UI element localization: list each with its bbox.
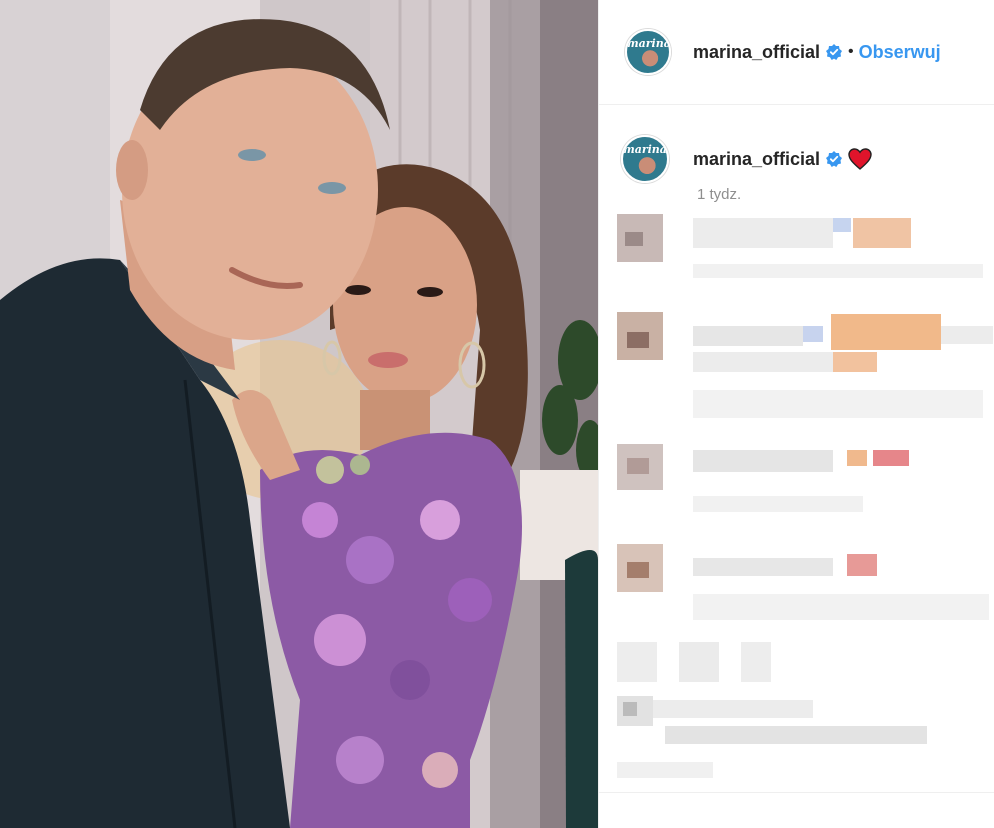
post-sidebar: marina marina_official • Obserwuj marina…: [598, 0, 994, 828]
comment-meta-blur: [693, 496, 863, 512]
likes-summary-blur: [617, 696, 937, 750]
comment-item: [617, 214, 987, 294]
post-timestamp[interactable]: 1 tydz.: [697, 186, 741, 203]
caption-avatar-logo-text: marina: [623, 143, 667, 156]
comment-meta-blur: [693, 594, 989, 620]
comment-text-blur: [693, 558, 833, 576]
comment-text-blur: [693, 326, 803, 346]
heart-emoji-icon: [848, 148, 872, 170]
follow-button[interactable]: Obserwuj: [859, 42, 941, 63]
comment-box-divider: [599, 792, 994, 793]
post-photo[interactable]: [0, 0, 598, 828]
photo-illustration: [0, 0, 598, 828]
like-icon[interactable]: [617, 642, 657, 682]
comment-meta-blur: [693, 264, 983, 278]
author-avatar[interactable]: marina: [625, 29, 671, 75]
comment-meta-blur: [693, 390, 983, 418]
caption-author-avatar[interactable]: marina: [621, 135, 669, 183]
post-header: marina marina_official • Obserwuj: [599, 0, 994, 105]
author-username[interactable]: marina_official: [693, 42, 820, 63]
comment-item: [617, 544, 993, 624]
comment-item: [617, 440, 987, 520]
post-actions-blur: [617, 636, 817, 686]
post-date-blur: [617, 762, 713, 778]
avatar-logo-text: marina: [627, 37, 671, 50]
comment-icon[interactable]: [679, 642, 719, 682]
comment-text-blur: [693, 450, 833, 472]
header-separator: •: [848, 43, 854, 60]
verified-badge-icon: [826, 44, 843, 60]
share-icon[interactable]: [741, 642, 771, 682]
post-caption: marina marina_official: [599, 105, 994, 215]
comment-text-blur: [693, 218, 833, 248]
caption-author-username[interactable]: marina_official: [693, 149, 820, 170]
comment-item: [617, 312, 993, 422]
caption-verified-badge-icon: [826, 151, 843, 167]
